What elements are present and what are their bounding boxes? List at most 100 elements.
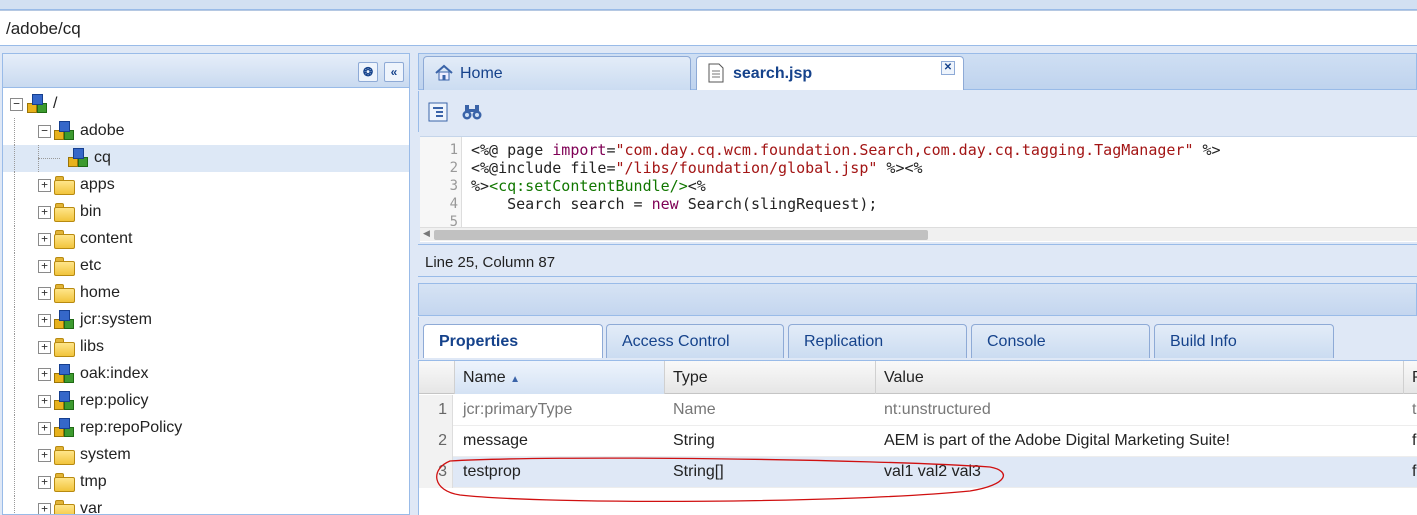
expand-icon[interactable]: + (38, 368, 51, 381)
tree-node-adobe[interactable]: − adobe (3, 118, 409, 145)
tab-search-jsp[interactable]: search.jsp ✕ (696, 56, 964, 90)
collapse-icon[interactable]: − (38, 125, 51, 138)
tree-connector (14, 199, 15, 226)
code-text[interactable]: <%@ page import="com.day.cq.wcm.foundati… (471, 141, 1221, 213)
expand-icon[interactable]: + (38, 476, 51, 489)
expand-icon[interactable]: + (38, 503, 51, 514)
tab-home[interactable]: Home (423, 56, 691, 90)
tree-node-apps[interactable]: + apps (3, 172, 409, 199)
expand-icon[interactable]: + (38, 449, 51, 462)
node-icon (54, 418, 76, 438)
tree-node-rep-policy[interactable]: + rep:policy (3, 388, 409, 415)
tab-replication-label: Replication (804, 333, 884, 350)
tree-connector (14, 307, 15, 334)
tree-node-content[interactable]: + content (3, 226, 409, 253)
tree-node-home[interactable]: + home (3, 280, 409, 307)
tree-connector (14, 442, 15, 469)
collapse-panel-icon[interactable]: « (384, 62, 404, 82)
tab-console[interactable]: Console (971, 324, 1150, 358)
tab-console-label: Console (987, 333, 1046, 350)
column-header-value-label: Value (884, 369, 924, 386)
tree-connector (14, 145, 15, 172)
table-row[interactable]: 1 jcr:primaryType Name nt:unstructured tr (419, 395, 1417, 426)
expand-icon[interactable]: + (38, 422, 51, 435)
horizontal-scrollbar[interactable]: ◀ (420, 227, 1417, 241)
tree-node-label: var (80, 500, 103, 515)
tree-node-var[interactable]: + var (3, 496, 409, 515)
tree-node-label: libs (80, 338, 105, 355)
binoculars-icon[interactable] (461, 101, 483, 123)
column-header-type[interactable]: Type (665, 361, 876, 394)
tab-build-info[interactable]: Build Info (1154, 324, 1334, 358)
tree-node-oak-index[interactable]: + oak:index (3, 361, 409, 388)
node-tree-icon[interactable] (427, 101, 449, 123)
cursor-position: Line 25, Column 87 (425, 254, 556, 271)
tree-node-tmp[interactable]: + tmp (3, 469, 409, 496)
sort-ascending-icon: ▲ (510, 374, 521, 385)
expand-icon[interactable]: + (38, 314, 51, 327)
tree-node-label: oak:index (80, 365, 149, 382)
tab-properties[interactable]: Properties (423, 324, 603, 358)
tab-home-label: Home (460, 65, 503, 82)
tree-node-rep-repoPolicy[interactable]: + rep:repoPolicy (3, 415, 409, 442)
tree-node-system[interactable]: + system (3, 442, 409, 469)
expand-icon[interactable]: + (38, 260, 51, 273)
tree-connector (14, 226, 15, 253)
tree-connector (14, 496, 15, 514)
tree-connector (14, 118, 15, 145)
tree-node-root[interactable]: − / (3, 91, 409, 118)
scrollbar-thumb[interactable] (434, 230, 928, 240)
cell-type: String[] (673, 463, 724, 480)
tree-connector (14, 253, 15, 280)
column-header-name[interactable]: Name ▲ (455, 361, 665, 394)
tree-connector (14, 361, 15, 388)
expand-icon[interactable]: + (38, 233, 51, 246)
scroll-left-icon[interactable]: ◀ (423, 228, 430, 239)
node-icon (54, 364, 76, 384)
table-row[interactable]: 3 testprop String[] val1 val2 val3 fa (419, 457, 1417, 488)
tree-node-label: tmp (80, 473, 107, 490)
path-input[interactable]: /adobe/cq (0, 10, 1417, 46)
find-binoculars-icon[interactable]: ❂ (358, 62, 378, 82)
tree-node-label: adobe (80, 122, 125, 139)
tree-node-label: etc (80, 257, 102, 274)
tree-node-jcr-system[interactable]: + jcr:system (3, 307, 409, 334)
tab-replication[interactable]: Replication (788, 324, 967, 358)
column-header-protected[interactable]: P (1404, 361, 1417, 394)
cell-type: String (673, 432, 715, 449)
editor-toolbar (418, 91, 1417, 132)
folder-icon (54, 500, 76, 514)
home-icon (434, 63, 454, 88)
expand-icon[interactable]: + (38, 287, 51, 300)
node-icon (68, 148, 90, 168)
column-header-name-label: Name (463, 369, 506, 386)
tree-node-cq[interactable]: cq (3, 145, 409, 172)
tree-node-label: cq (94, 149, 111, 166)
tree-node-etc[interactable]: + etc (3, 253, 409, 280)
editor-status-bar: Line 25, Column 87 (418, 244, 1417, 277)
tree-node-bin[interactable]: + bin (3, 199, 409, 226)
tree-node-libs[interactable]: + libs (3, 334, 409, 361)
repository-tree: − / − adobe cq + apps + bin + content + etc + home + jcr… (3, 88, 409, 515)
row-number: 3 (419, 457, 453, 488)
cell-name: jcr:primaryType (463, 401, 573, 418)
expand-icon[interactable]: + (38, 395, 51, 408)
expand-icon[interactable]: + (38, 179, 51, 192)
properties-tab-bar: Properties Access Control Replication Co… (418, 317, 1417, 359)
tree-node-label: bin (80, 203, 102, 220)
tab-access-control[interactable]: Access Control (606, 324, 784, 358)
collapse-icon[interactable]: − (10, 98, 23, 111)
line-number: 2 (449, 160, 458, 176)
cell-type: Name (673, 401, 716, 418)
repository-tree-panel: ❂ « − / − adobe cq + apps + bin + content + etc + home… (2, 53, 410, 515)
node-icon (54, 121, 76, 141)
line-number: 4 (449, 196, 458, 212)
window-top-strip (0, 0, 1417, 10)
expand-icon[interactable]: + (38, 341, 51, 354)
table-row[interactable]: 2 message String AEM is part of the Adobe D… (419, 426, 1417, 457)
folder-icon (54, 176, 76, 195)
column-header-value[interactable]: Value (876, 361, 1404, 394)
expand-icon[interactable]: + (38, 206, 51, 219)
close-icon[interactable]: ✕ (941, 61, 955, 75)
code-editor[interactable]: 1 2 3 4 5 <%@ page import="com.day.cq.wc… (420, 136, 1417, 242)
